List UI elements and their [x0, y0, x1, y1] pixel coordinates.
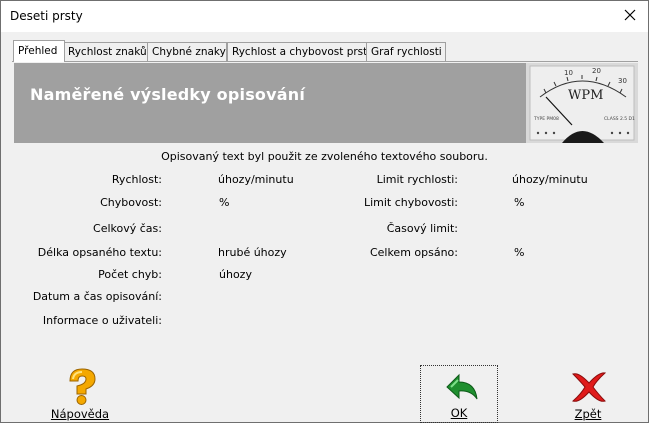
ok-button-label: OK	[450, 406, 468, 420]
question-mark-icon	[62, 367, 102, 408]
gauge-label: WPM	[568, 88, 603, 103]
green-arrow-icon	[441, 371, 481, 408]
label-celkem-opsano: Celkem opsáno:	[369, 246, 458, 259]
gauge-tick-20: 20	[592, 67, 601, 75]
label-casovy-limit: Časový limit:	[386, 222, 458, 235]
tab-rychlost-znaku[interactable]: Rychlost znaků	[63, 42, 151, 61]
value-limit-chybovosti: %	[514, 196, 525, 209]
red-x-icon	[569, 370, 609, 407]
close-button[interactable]	[618, 5, 642, 27]
title-bar: Deseti prsty	[1, 1, 648, 32]
ok-button[interactable]: OK	[420, 365, 498, 423]
label-datum-cas: Datum a čas opisování:	[32, 290, 162, 303]
results-banner: Naměřené výsledky opisování 10 20 30 WPM…	[14, 63, 638, 143]
value-rychlost: úhozy/minutu	[218, 173, 294, 186]
value-celkem-opsano: %	[514, 246, 525, 259]
label-pocet-chyb: Počet chyb:	[98, 268, 162, 281]
gauge-tick-30: 30	[618, 77, 627, 85]
label-limit-chybovosti: Limit chybovosti:	[363, 196, 458, 209]
back-button-label: Zpět	[574, 407, 602, 421]
label-celkovy-cas: Celkový čas:	[93, 222, 162, 235]
value-delka-textu: hrubé úhozy	[218, 246, 287, 259]
wpm-gauge-image: 10 20 30 WPM TYPE PM08 CLASS 2.5 D1	[526, 63, 638, 143]
close-icon	[624, 9, 636, 24]
label-rychlost: Rychlost:	[111, 173, 162, 186]
tab-prehled[interactable]: Přehled	[13, 40, 65, 62]
value-chybovost: %	[219, 196, 230, 209]
banner-title: Naměřené výsledky opisování	[30, 85, 306, 104]
label-chybovost: Chybovost:	[100, 196, 162, 209]
label-limit-rychlosti: Limit rychlosti:	[376, 173, 458, 186]
help-button-label: Nápověda	[50, 407, 110, 421]
source-info-text: Opisovaný text byl použit ze zvoleného t…	[161, 150, 488, 163]
gauge-class: CLASS 2.5 D1	[604, 116, 635, 122]
gauge-type: TYPE PM08	[533, 116, 559, 122]
label-informace-uzivatel: Informace o uživateli:	[42, 314, 162, 327]
window-title: Deseti prsty	[10, 9, 83, 23]
back-button[interactable]: Zpět	[549, 365, 627, 423]
tab-chybne-znaky[interactable]: Chybné znaky	[147, 42, 227, 61]
tab-graf-rychlosti[interactable]: Graf rychlosti	[366, 42, 446, 61]
gauge-tick-10: 10	[564, 69, 573, 77]
value-limit-rychlosti: úhozy/minutu	[512, 173, 588, 186]
value-pocet-chyb: úhozy	[219, 268, 252, 281]
label-delka-textu: Délka opsaného textu:	[37, 246, 162, 259]
help-button[interactable]: Nápověda	[41, 365, 119, 423]
tab-rychlost-chybovost-prstu[interactable]: Rychlost a chybovost prstů	[227, 42, 374, 61]
